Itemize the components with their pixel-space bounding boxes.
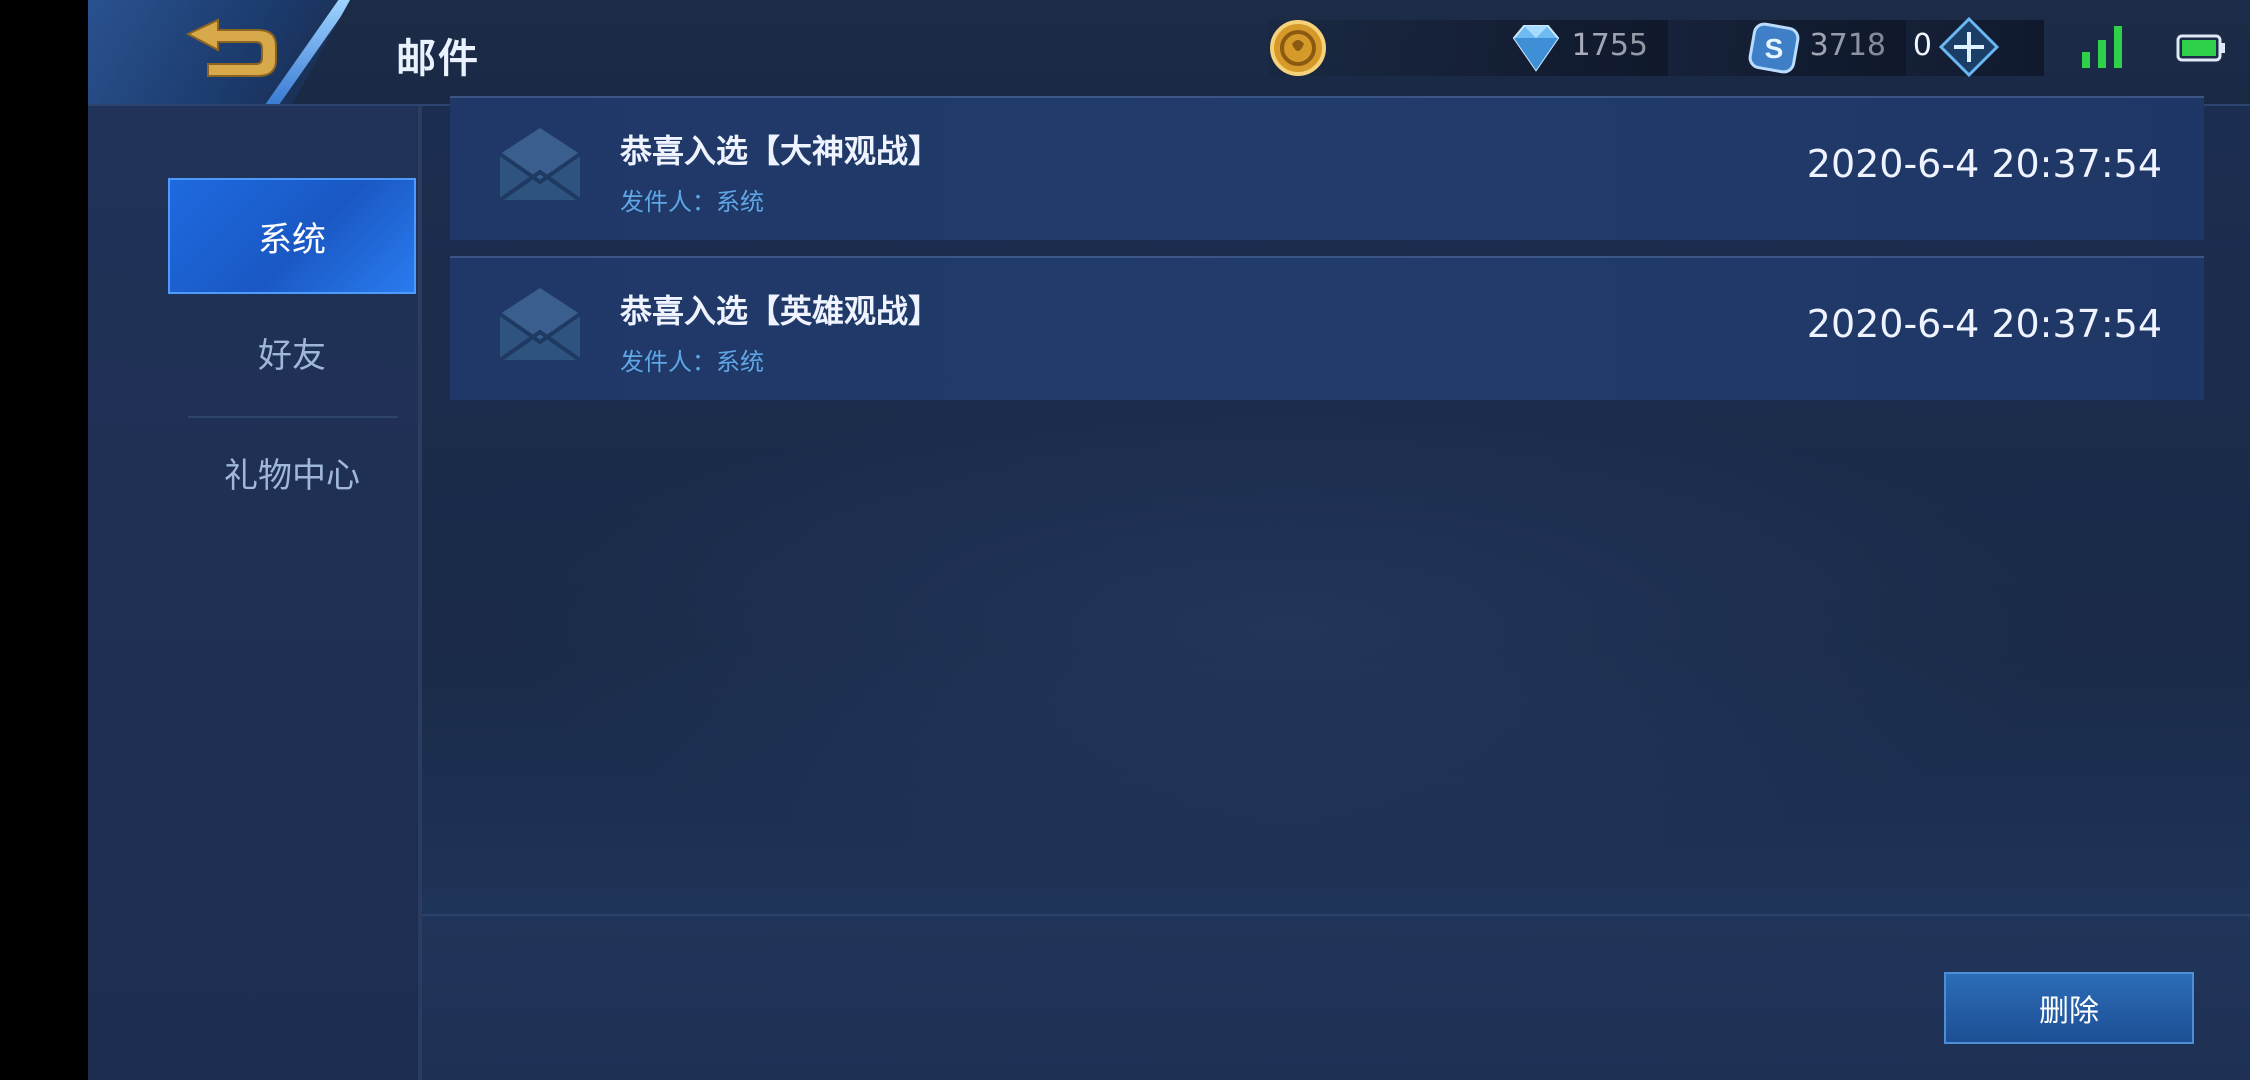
sidebar-item-gift-center[interactable]: 礼物中心 — [168, 414, 416, 530]
envelope-icon — [498, 288, 582, 362]
gold-coin-icon — [1270, 20, 1326, 76]
page-title: 邮件 — [396, 36, 480, 82]
svg-text:S: S — [1765, 33, 1784, 64]
voucher-icon: S — [1748, 22, 1800, 74]
mail-title: 恭喜入选【大神观战】 — [620, 132, 941, 170]
back-arrow-icon — [185, 18, 277, 77]
sidebar: 系统 好友 礼物中心 — [88, 106, 422, 1080]
add-currency-button[interactable] — [1938, 16, 2000, 78]
delete-button[interactable]: 删除 — [1944, 972, 2194, 1044]
back-button[interactable] — [178, 16, 288, 86]
voucher-value: 0 — [1912, 28, 1932, 63]
mail-item[interactable]: 恭喜入选【大神观战】 发件人：系统 2020-6-4 20:37:54 — [450, 96, 2204, 240]
mail-item[interactable]: 恭喜入选【英雄观战】 发件人：系统 2020-6-4 20:37:54 — [450, 256, 2204, 400]
sidebar-item-label: 好友 — [258, 335, 326, 376]
mail-sender: 发件人：系统 — [620, 188, 764, 216]
mail-sender: 发件人：系统 — [620, 348, 764, 376]
signal-icon — [2082, 26, 2122, 68]
sidebar-item-friends[interactable]: 好友 — [168, 294, 416, 410]
battery-icon — [2176, 34, 2225, 62]
background-glow — [488, 380, 2088, 880]
diamond-icon — [1512, 25, 1560, 72]
plus-icon — [1938, 16, 2000, 78]
sidebar-item-label: 系统 — [258, 219, 326, 260]
mail-time: 2020-6-4 20:37:54 — [1806, 142, 2162, 186]
mail-screen: 邮件 1755 3718 S 0 — [88, 0, 2250, 1080]
sidebar-item-label: 礼物中心 — [224, 455, 360, 496]
sidebar-item-system[interactable]: 系统 — [168, 178, 416, 294]
mail-title: 恭喜入选【英雄观战】 — [620, 292, 941, 330]
top-bar: 邮件 1755 3718 S 0 — [88, 0, 2250, 106]
envelope-icon — [498, 128, 582, 202]
mail-time: 2020-6-4 20:37:54 — [1806, 302, 2162, 346]
